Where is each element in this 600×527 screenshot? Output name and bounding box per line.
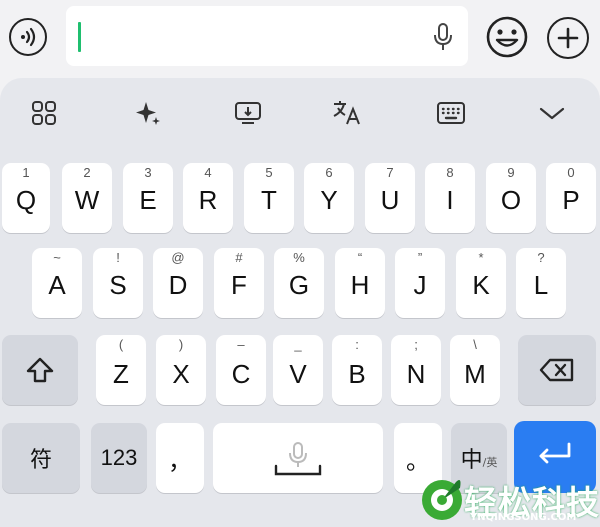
key-o[interactable]: 9O (486, 163, 536, 233)
shift-icon (2, 335, 78, 405)
key-k[interactable]: * K (456, 248, 506, 318)
watermark-leaf-icon (422, 480, 462, 520)
space-key[interactable] (213, 423, 383, 493)
emoji-icon[interactable] (485, 15, 529, 59)
key-p[interactable]: 0P (546, 163, 596, 233)
watermark-logo: 轻松科技 YNQINGSONG.COM (414, 474, 600, 527)
plus-icon[interactable] (547, 17, 589, 59)
numbers-key[interactable]: 123 (91, 423, 147, 493)
comma-key[interactable]: ， (156, 423, 204, 493)
key-e[interactable]: 3E (123, 163, 173, 233)
key-y[interactable]: 6Y (304, 163, 354, 233)
key-b[interactable]: :B (332, 335, 382, 405)
sparkle-icon[interactable] (131, 96, 165, 130)
key-h[interactable]: “H (335, 248, 385, 318)
comma-key-label: ， (168, 446, 192, 475)
key-x[interactable]: ) X (156, 335, 206, 405)
key-r[interactable]: 4R (183, 163, 233, 233)
apps-grid-icon[interactable] (27, 96, 61, 130)
screen-icon[interactable] (231, 96, 265, 130)
key-c[interactable]: – C (216, 335, 266, 405)
key-a[interactable]: ~ A (32, 248, 82, 318)
key-u[interactable]: 7U (365, 163, 415, 233)
key-m[interactable]: \ M (450, 335, 500, 405)
symbols-key[interactable]: 符 (2, 423, 80, 493)
microphone-icon[interactable] (432, 22, 454, 52)
key-v[interactable]: _ V (273, 335, 323, 405)
text-caret (78, 22, 81, 52)
input-bar (0, 0, 600, 80)
key-l[interactable]: ? L (516, 248, 566, 318)
key-t[interactable]: 5T (244, 163, 294, 233)
key-w[interactable]: 2W (62, 163, 112, 233)
key-j[interactable]: ” J (395, 248, 445, 318)
key-s[interactable]: ! S (93, 248, 143, 318)
key-n[interactable]: ; N (391, 335, 441, 405)
chevron-down-icon[interactable] (535, 96, 569, 130)
space-bar-icon (273, 463, 323, 482)
voice-message-icon[interactable] (9, 18, 47, 56)
key-q[interactable]: 1Q (2, 163, 50, 233)
key-f[interactable]: # F (214, 248, 264, 318)
watermark-subtext: YNQINGSONG.COM (470, 512, 577, 523)
translate-icon[interactable] (330, 96, 364, 130)
shift-key[interactable] (2, 335, 78, 405)
symbols-key-label: 符 (29, 448, 52, 473)
key-d[interactable]: @ D (153, 248, 203, 318)
key-i[interactable]: 8I (425, 163, 475, 233)
language-main-label: 中 (460, 448, 483, 473)
key-z[interactable]: (Z (96, 335, 146, 405)
backspace-key[interactable] (518, 335, 596, 405)
key-g[interactable]: % G (274, 248, 324, 318)
language-sub-label: /英 (482, 456, 498, 469)
keyboard: 1Q 2W 3E 4R 5T 6Y 7U 8I 9O 0P ~ A ! S @ D #… (0, 78, 600, 527)
keyboard-icon[interactable] (434, 96, 468, 130)
numbers-key-label: 123 (100, 445, 138, 470)
backspace-icon (518, 335, 596, 405)
message-input[interactable] (66, 6, 468, 66)
